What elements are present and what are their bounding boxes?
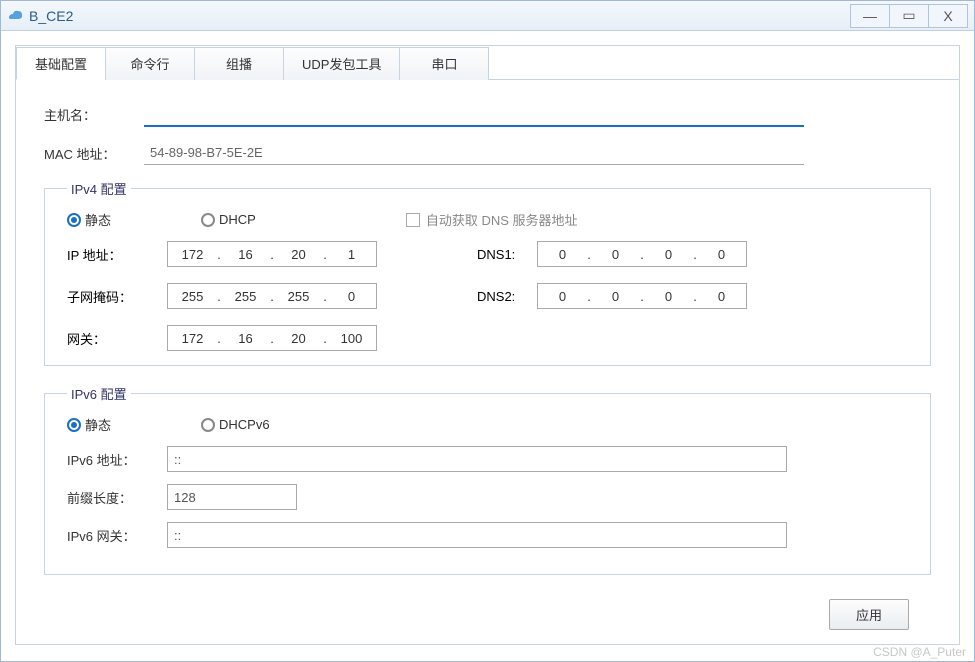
hostname-label: 主机名： [44, 105, 144, 124]
dns1-input[interactable]: 0. 0. 0. 0 [537, 241, 747, 267]
ipv4-auto-dns-checkbox[interactable]: 自动获取 DNS 服务器地址 [406, 210, 578, 229]
gateway-label: 网关： [67, 329, 167, 348]
ipv6-gw-input[interactable] [167, 522, 787, 548]
radio-icon [201, 213, 215, 227]
maximize-button[interactable]: ▭ [889, 4, 929, 28]
window-title: B_CE2 [29, 8, 850, 24]
ip-label: IP 地址： [67, 245, 167, 264]
ipv6-fieldset: IPv6 配置 静态 DHCPv6 IPv6 地址： [44, 384, 931, 575]
tab-udp-tool[interactable]: UDP发包工具 [283, 47, 400, 80]
close-button[interactable]: X [928, 4, 968, 28]
ipv4-fieldset: IPv4 配置 静态 DHCP 自动获取 DNS 服务器地址 [44, 179, 931, 366]
minimize-button[interactable]: — [850, 4, 890, 28]
ipv6-gw-label: IPv6 网关： [67, 526, 167, 545]
ipv6-legend: IPv6 配置 [67, 384, 131, 403]
ipv6-prefix-input[interactable] [167, 484, 297, 510]
checkbox-icon [406, 213, 420, 227]
footer: 应用 [44, 593, 931, 630]
hostname-input[interactable] [144, 102, 804, 127]
ipv4-radio-dhcp[interactable]: DHCP [201, 212, 256, 227]
main-panel: 基础配置 命令行 组播 UDP发包工具 串口 主机名： MAC 地址： IPv4… [15, 45, 960, 645]
tab-serial[interactable]: 串口 [399, 47, 489, 80]
tab-bar: 基础配置 命令行 组播 UDP发包工具 串口 [16, 46, 959, 80]
radio-label: 静态 [85, 415, 111, 434]
app-window: B_CE2 — ▭ X 基础配置 命令行 组播 UDP发包工具 串口 主机名： [0, 0, 975, 662]
titlebar: B_CE2 — ▭ X [1, 1, 974, 31]
radio-icon [201, 418, 215, 432]
mask-input[interactable]: 255. 255. 255. 0 [167, 283, 377, 309]
mac-label: MAC 地址： [44, 144, 144, 163]
radio-label: DHCPv6 [219, 417, 270, 432]
gateway-input[interactable]: 172. 16. 20. 100 [167, 325, 377, 351]
ipv4-legend: IPv4 配置 [67, 179, 131, 198]
ipv6-prefix-label: 前缀长度： [67, 488, 167, 507]
ipv6-radio-dhcpv6[interactable]: DHCPv6 [201, 417, 270, 432]
watermark: CSDN @A_Puter [873, 645, 966, 659]
ipv6-addr-input[interactable] [167, 446, 787, 472]
dns2-input[interactable]: 0. 0. 0. 0 [537, 283, 747, 309]
app-icon [7, 8, 23, 24]
tab-body: 主机名： MAC 地址： IPv4 配置 静态 [16, 80, 959, 644]
tab-basic-config[interactable]: 基础配置 [16, 47, 106, 80]
radio-icon [67, 213, 81, 227]
dns2-label: DNS2: [477, 289, 537, 304]
tab-command-line[interactable]: 命令行 [105, 47, 195, 80]
ipv4-radio-static[interactable]: 静态 [67, 210, 111, 229]
tab-multicast[interactable]: 组播 [194, 47, 284, 80]
mask-label: 子网掩码： [67, 287, 167, 306]
mac-input[interactable] [144, 141, 804, 165]
ip-input[interactable]: 172. 16. 20. 1 [167, 241, 377, 267]
content-area: 基础配置 命令行 组播 UDP发包工具 串口 主机名： MAC 地址： IPv4… [1, 31, 974, 659]
radio-icon [67, 418, 81, 432]
radio-label: 静态 [85, 210, 111, 229]
window-controls: — ▭ X [850, 4, 968, 28]
apply-button[interactable]: 应用 [829, 599, 909, 630]
ipv6-addr-label: IPv6 地址： [67, 450, 167, 469]
checkbox-label: 自动获取 DNS 服务器地址 [426, 210, 578, 229]
radio-label: DHCP [219, 212, 256, 227]
ipv6-radio-static[interactable]: 静态 [67, 415, 111, 434]
dns1-label: DNS1: [477, 247, 537, 262]
